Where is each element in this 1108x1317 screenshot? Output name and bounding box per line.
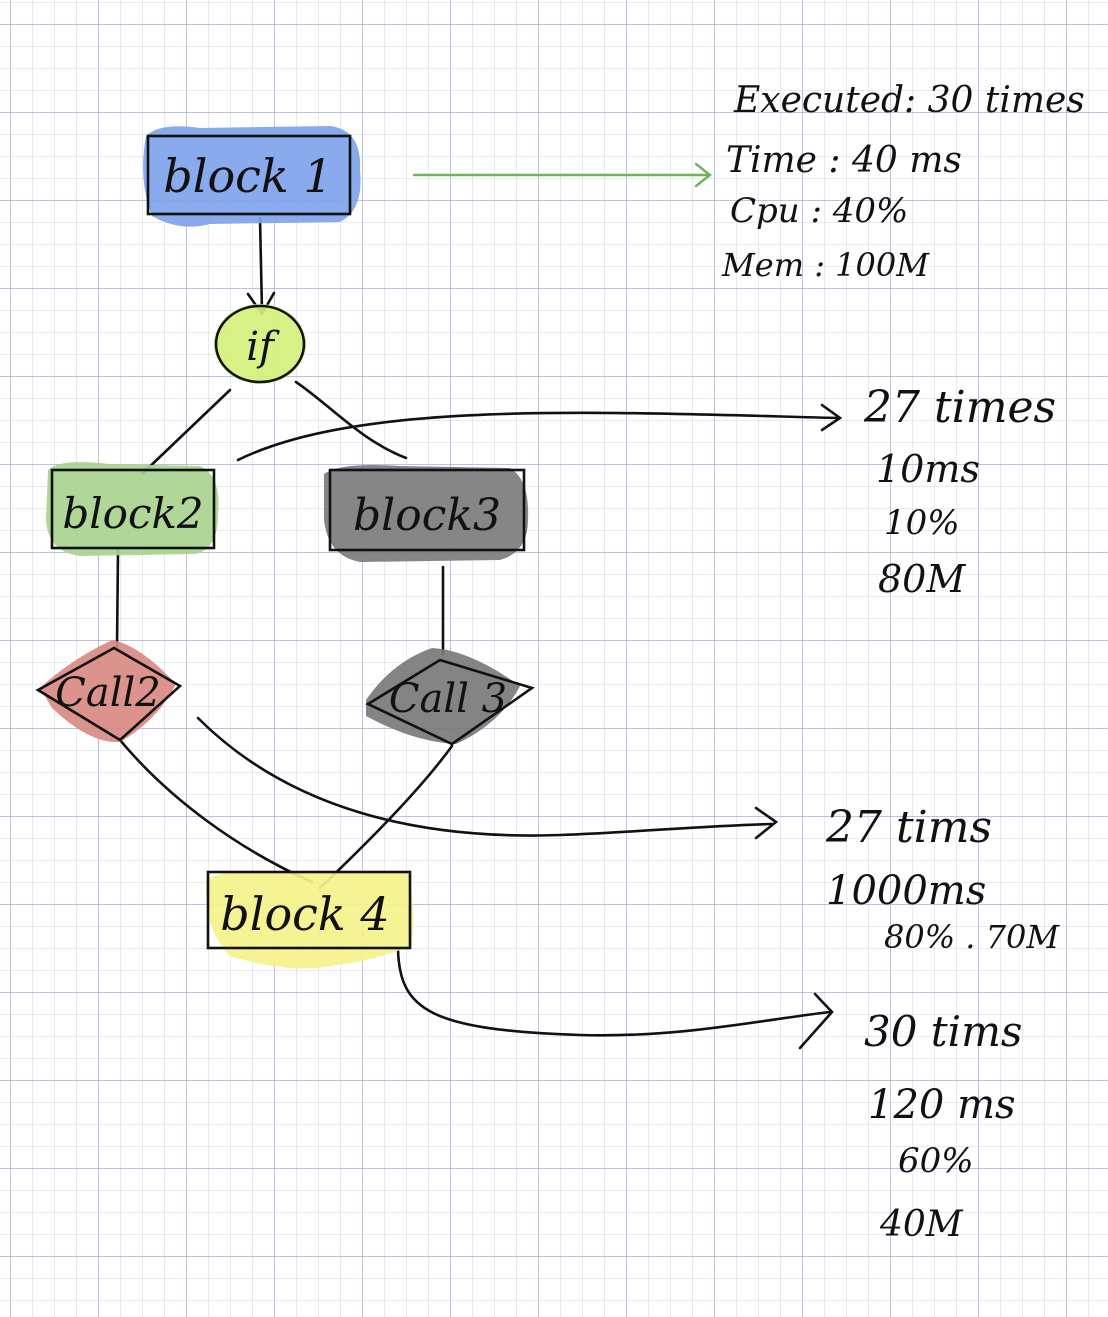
node-if: if bbox=[214, 304, 306, 384]
stats-branch-time: 10ms bbox=[876, 447, 980, 491]
stats-call2-times: 27 tims bbox=[825, 802, 992, 853]
stats-block1-executed: Executed: 30 times bbox=[733, 80, 1085, 121]
edge-if-to-block3 bbox=[294, 380, 408, 460]
arrow-branch-stats bbox=[236, 411, 840, 462]
stats-block4-mem: 40M bbox=[879, 1204, 964, 1245]
arrow-call2-stats bbox=[196, 716, 774, 837]
edge-block2-to-call2 bbox=[115, 548, 120, 650]
block4-label: block 4 bbox=[220, 887, 389, 941]
stats-block4-cpu: 60% bbox=[898, 1141, 974, 1181]
stats-block4-times: 30 tims bbox=[864, 1007, 1022, 1056]
stats-block1-time: Time : 40 ms bbox=[726, 140, 962, 181]
stats-block1: Executed: 30 times Time : 40 ms Cpu : 40… bbox=[721, 80, 1085, 284]
call3-label: Call 3 bbox=[389, 676, 507, 722]
node-block3: block3 bbox=[324, 465, 529, 562]
stats-call2-time: 1000ms bbox=[826, 868, 986, 914]
stats-branch: 27 times 10ms 10% 80M bbox=[863, 382, 1056, 601]
stats-branch-cpu: 10% bbox=[884, 503, 960, 543]
arrow-block4-stats bbox=[396, 948, 832, 1037]
stats-call2: 27 tims 1000ms 80% . 70M bbox=[825, 802, 1060, 956]
edge-call3-to-block4 bbox=[318, 744, 454, 890]
stats-block4-time: 120 ms bbox=[868, 1082, 1016, 1128]
node-call2: Call2 bbox=[35, 640, 183, 743]
block1-label: block 1 bbox=[163, 149, 332, 203]
node-block2: block2 bbox=[46, 462, 219, 556]
call2-label: Call2 bbox=[55, 670, 161, 716]
stats-branch-mem: 80M bbox=[878, 557, 966, 601]
edge-block1-to-if bbox=[258, 216, 264, 314]
edge-call2-to-block4 bbox=[118, 738, 314, 884]
block2-label: block2 bbox=[62, 489, 203, 538]
stats-block4: 30 tims 120 ms 60% 40M bbox=[864, 1007, 1022, 1245]
arrowhead-block4-stats bbox=[798, 992, 834, 1050]
node-block4: block 4 bbox=[205, 870, 414, 969]
stats-block1-mem: Mem : 100M bbox=[721, 246, 930, 284]
block3-label: block3 bbox=[353, 490, 501, 541]
stats-call2-cpu-mem: 80% . 70M bbox=[884, 918, 1060, 956]
node-call3: Call 3 bbox=[365, 648, 535, 746]
stats-branch-times: 27 times bbox=[863, 382, 1056, 433]
edge-if-to-block2 bbox=[140, 388, 232, 476]
node-block1: block 1 bbox=[143, 126, 361, 227]
flow-diagram: block 1 if block2 block3 Call2 Call 3 bl… bbox=[35, 80, 1085, 1245]
stats-block1-cpu: Cpu : 40% bbox=[730, 191, 908, 231]
